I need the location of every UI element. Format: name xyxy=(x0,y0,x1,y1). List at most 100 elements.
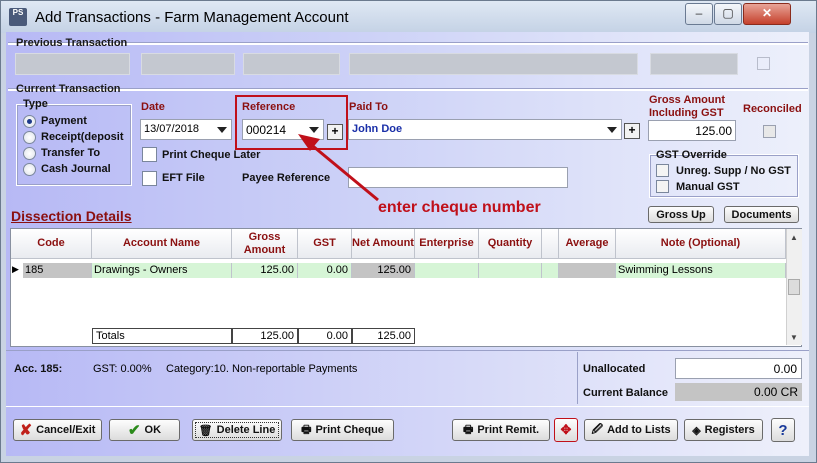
cancel-exit-label: Cancel/Exit xyxy=(36,424,96,436)
trash-icon: 🗑 xyxy=(198,424,213,437)
reconciled-checkbox[interactable] xyxy=(763,125,776,138)
help-button[interactable]: ? xyxy=(771,418,795,442)
ok-check-icon: ✔ xyxy=(127,422,141,439)
delete-line-label: Delete Line xyxy=(216,424,276,436)
col-enterprise[interactable]: Enterprise xyxy=(415,229,479,259)
manual-gst-checkbox[interactable] xyxy=(656,180,669,193)
totals-net: 125.00 xyxy=(352,328,415,344)
window-title: Add Transactions - Farm Management Accou… xyxy=(35,9,349,26)
gross-amount-label-1: Gross Amount xyxy=(649,94,725,106)
row-gross[interactable]: 125.00 xyxy=(232,263,298,278)
col-extra[interactable] xyxy=(542,229,559,259)
scroll-down-icon[interactable]: ▼ xyxy=(790,333,798,342)
manual-gst-label[interactable]: Manual GST xyxy=(676,181,740,193)
type-transfer-radio[interactable] xyxy=(23,147,36,160)
col-gst[interactable]: GST xyxy=(298,229,352,259)
prev-date-box xyxy=(141,53,235,75)
current-transaction-label: Current Transaction xyxy=(16,83,121,95)
type-transfer-label[interactable]: Transfer To xyxy=(41,147,100,159)
unreg-supp-label[interactable]: Unreg. Supp / No GST xyxy=(676,165,791,177)
type-receipt-radio[interactable] xyxy=(23,131,36,144)
col-average[interactable]: Average xyxy=(559,229,616,259)
row-extra[interactable] xyxy=(542,263,559,278)
date-label: Date xyxy=(141,101,165,113)
print-cheque-label: Print Cheque xyxy=(315,424,384,436)
col-account-name[interactable]: Account Name xyxy=(92,229,232,259)
row-account[interactable]: Drawings - Owners xyxy=(92,263,232,278)
prev-type-box xyxy=(15,53,130,75)
row-note[interactable]: Swimming Lessons xyxy=(616,263,786,278)
print-cheque-later-label[interactable]: Print Cheque Later xyxy=(162,149,260,161)
registers-button[interactable]: ◈ Registers xyxy=(684,419,763,441)
eft-file-label[interactable]: EFT File xyxy=(162,172,205,184)
type-receipt-label[interactable]: Receipt(deposit xyxy=(41,131,124,143)
prev-reference-box xyxy=(243,53,340,75)
date-field[interactable]: 13/07/2018 xyxy=(140,119,232,140)
row-net[interactable]: 125.00 xyxy=(352,263,415,278)
col-net-amount[interactable]: Net Amount xyxy=(352,229,415,259)
gross-amount-field[interactable]: 125.00 xyxy=(648,120,736,141)
previous-transaction-divider xyxy=(8,42,808,45)
annotation-arrow xyxy=(298,134,379,202)
print-cheque-button[interactable]: 🖶 Print Cheque xyxy=(291,419,394,441)
col-code[interactable]: Code xyxy=(11,229,92,259)
ok-button[interactable]: ✔ OK xyxy=(109,419,180,441)
type-label: Type xyxy=(23,98,48,110)
print-remit-button[interactable]: 🖶 Print Remit. xyxy=(452,419,550,441)
close-button[interactable]: ✕ xyxy=(743,3,791,25)
prev-paid-to-box xyxy=(349,53,638,75)
eft-file-checkbox[interactable] xyxy=(142,171,157,186)
gst-rate: GST: 0.00% xyxy=(93,363,152,375)
type-payment-label[interactable]: Payment xyxy=(41,115,87,127)
date-dropdown-icon[interactable] xyxy=(217,127,227,133)
print-cheque-later-checkbox[interactable] xyxy=(142,147,157,162)
current-balance-value: 0.00 CR xyxy=(675,383,802,401)
reconciled-label: Reconciled xyxy=(743,103,802,115)
delete-line-button[interactable]: 🗑 Delete Line xyxy=(192,419,282,441)
registers-icon: ◈ xyxy=(692,424,701,437)
maximize-button[interactable]: ▢ xyxy=(714,3,742,25)
app-icon: PS xyxy=(9,8,27,26)
gross-amount-label-2: Including GST xyxy=(649,107,724,119)
type-payment-radio[interactable] xyxy=(23,115,36,128)
paid-to-label: Paid To xyxy=(349,101,388,113)
gst-override-label: GST Override xyxy=(656,149,727,161)
current-transaction-divider xyxy=(8,88,808,91)
registers-label: Registers xyxy=(704,424,755,436)
documents-button[interactable]: Documents xyxy=(724,206,799,223)
title-bar: PS Add Transactions - Farm Management Ac… xyxy=(1,1,816,33)
add-to-lists-button[interactable]: 🖉 Add to Lists xyxy=(584,419,678,441)
auto-match-icon[interactable]: ✥ xyxy=(554,418,578,442)
row-average[interactable] xyxy=(559,263,616,278)
col-note[interactable]: Note (Optional) xyxy=(616,229,786,259)
reference-label: Reference xyxy=(242,101,296,113)
gross-up-button[interactable]: Gross Up xyxy=(648,206,714,223)
date-value: 13/07/2018 xyxy=(144,123,200,135)
unreg-supp-checkbox[interactable] xyxy=(656,164,669,177)
unallocated-value: 0.00 xyxy=(675,358,802,379)
totals-gross: 125.00 xyxy=(232,328,298,344)
paid-to-add-icon[interactable]: + xyxy=(624,123,640,139)
paid-to-dropdown-icon[interactable] xyxy=(607,127,617,133)
scroll-up-icon[interactable]: ▲ xyxy=(790,233,798,242)
col-gross-amount[interactable]: Gross Amount xyxy=(232,229,298,259)
current-balance-label: Current Balance xyxy=(583,387,668,399)
printer-remit-icon: 🖶 xyxy=(462,423,474,436)
row-enterprise[interactable] xyxy=(415,263,479,278)
grid-scrollbar[interactable]: ▲ ▼ xyxy=(786,229,802,345)
print-remit-label: Print Remit. xyxy=(477,424,540,436)
category-text: Category:10. Non-reportable Payments xyxy=(166,363,358,375)
minimize-button[interactable]: – xyxy=(685,3,713,25)
row-code[interactable]: 185 xyxy=(23,263,92,278)
type-cash-journal-radio[interactable] xyxy=(23,163,36,176)
type-cash-journal-label[interactable]: Cash Journal xyxy=(41,163,111,175)
scroll-thumb[interactable] xyxy=(788,279,800,295)
col-quantity[interactable]: Quantity xyxy=(479,229,542,259)
account-code: Acc. 185: xyxy=(14,363,63,375)
prev-reconciled-checkbox xyxy=(757,57,770,70)
current-row-marker-icon: ▶ xyxy=(12,264,19,274)
cancel-exit-button[interactable]: ✘ Cancel/Exit xyxy=(13,419,102,441)
row-quantity[interactable] xyxy=(479,263,542,278)
row-gst[interactable]: 0.00 xyxy=(298,263,352,278)
reference-value: 000214 xyxy=(246,123,287,137)
